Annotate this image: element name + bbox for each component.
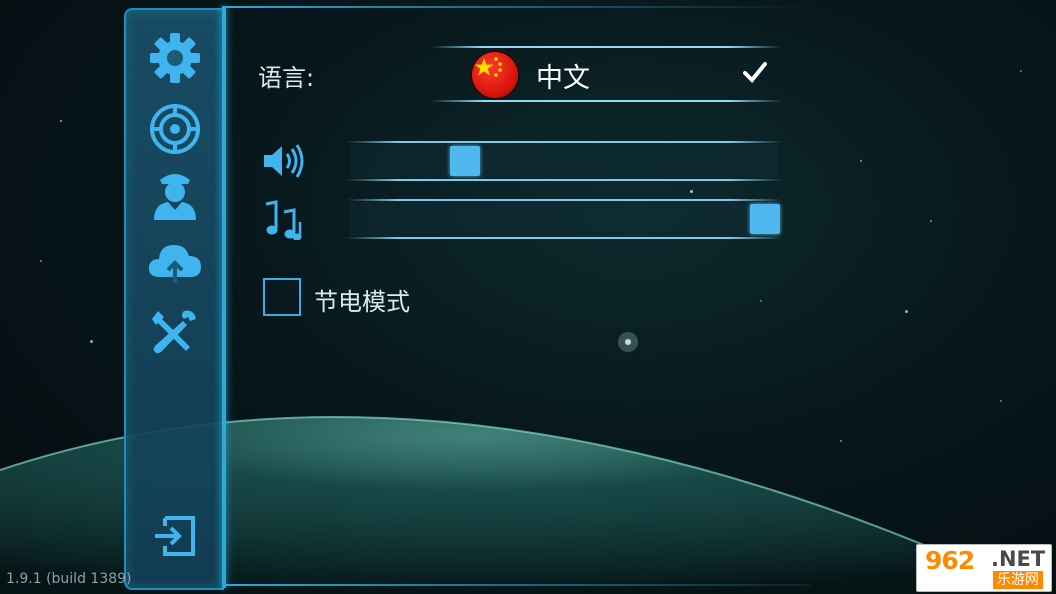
pilot-icon <box>154 174 196 220</box>
sound-volume-thumb[interactable] <box>450 146 480 176</box>
watermark-suffix: .NET <box>991 547 1046 571</box>
sidebar-divider <box>222 6 226 588</box>
power-saving-checkbox[interactable] <box>263 278 301 316</box>
speaker-icon <box>264 144 304 178</box>
language-value: 中文 <box>536 63 590 94</box>
sidebar-item-target[interactable] <box>146 101 204 157</box>
watermark-site: 乐游网 <box>993 571 1043 589</box>
sidebar-item-pilot[interactable] <box>146 166 204 222</box>
sidebar-item-settings[interactable] <box>146 30 204 86</box>
music-notes-icon <box>265 200 302 240</box>
china-flag-icon <box>470 50 520 100</box>
panel-bottom-border <box>226 584 810 586</box>
music-volume-thumb[interactable] <box>750 204 780 234</box>
sound-volume-slider[interactable] <box>346 141 782 181</box>
sidebar-item-tools[interactable] <box>146 304 204 360</box>
power-saving-label: 节电模式 <box>314 288 410 316</box>
panel-top-border <box>226 6 810 8</box>
sidebar <box>124 8 224 590</box>
tools-icon <box>152 310 196 354</box>
exit-icon <box>155 516 195 556</box>
music-volume-slider[interactable] <box>346 199 782 239</box>
watermark-number: 962 <box>925 546 975 575</box>
sidebar-item-cloud[interactable] <box>146 234 204 290</box>
language-label: 语言: <box>258 64 315 92</box>
gear-icon <box>150 33 200 83</box>
language-selector[interactable]: 中文 <box>430 46 782 102</box>
checkmark-icon <box>743 62 767 83</box>
watermark-logo: 962 .NET 乐游网 <box>916 544 1052 592</box>
cloud-upload-icon <box>148 245 201 283</box>
exit-button[interactable] <box>146 508 204 564</box>
version-text: 1.9.1 (build 1389) <box>6 571 132 587</box>
target-icon <box>150 104 200 154</box>
